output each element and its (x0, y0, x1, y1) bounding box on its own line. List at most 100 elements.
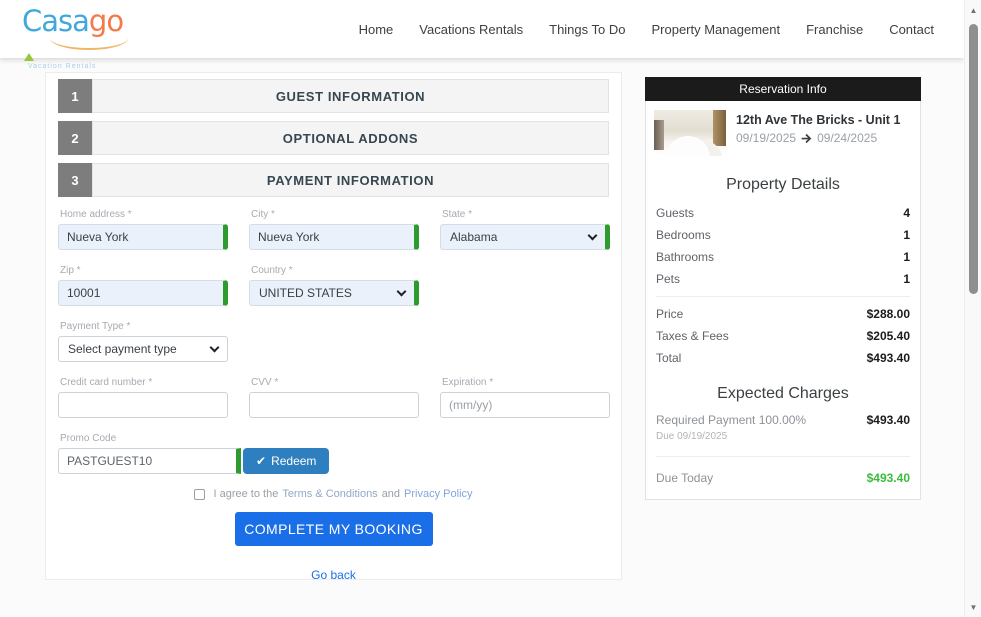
divider (656, 296, 910, 297)
scrollbar-thumb[interactable] (969, 24, 978, 294)
step-guest-information: 1 GUEST INFORMATION (58, 79, 609, 113)
step-3-number-badge[interactable]: 3 (58, 163, 92, 197)
state-group: State * Alabama (440, 209, 610, 250)
reservation-info-card: Reservation Info 12th Ave The Bricks - U… (645, 77, 921, 500)
scroll-down-icon[interactable]: ▼ (965, 599, 981, 615)
promo-code-field[interactable] (58, 448, 241, 474)
nav-item[interactable]: Home (359, 22, 394, 37)
arrow-right-icon (801, 133, 812, 143)
step-2-header[interactable]: OPTIONAL ADDONS (92, 121, 609, 155)
credit-card-label: Credit card number * (60, 377, 153, 388)
property-detail-row: Bathrooms 1 (646, 246, 920, 268)
terms-checkbox[interactable] (194, 488, 206, 500)
detail-value: 1 (903, 228, 910, 242)
country-select[interactable]: UNITED STATES (249, 280, 419, 306)
scroll-up-icon[interactable]: ▲ (965, 2, 981, 18)
chevron-down-icon (396, 286, 407, 296)
agree-text-conjunction: and (381, 488, 401, 500)
logo-triangle-icon (24, 53, 34, 61)
detail-label: Guests (656, 206, 695, 220)
step-1-header[interactable]: GUEST INFORMATION (92, 79, 609, 113)
payment-type-label: Payment Type * (60, 321, 131, 332)
chevron-down-icon (209, 342, 220, 352)
home-address-group: Home address * (58, 209, 228, 250)
reservation-info-body: 12th Ave The Bricks - Unit 1 09/19/2025 … (645, 101, 921, 500)
expiration-group: Expiration * (440, 377, 610, 418)
logo-wordmark: Casago (22, 6, 132, 66)
payment-form: Home address * City * State * Alabama Zi… (58, 209, 610, 582)
property-details-title: Property Details (726, 176, 840, 193)
redeem-button[interactable]: ✔ Redeem (243, 448, 330, 474)
nav-item[interactable]: Franchise (806, 22, 863, 37)
checkin-date: 09/19/2025 (736, 131, 797, 145)
pricing-row: Taxes & Fees $205.40 (646, 325, 920, 347)
logo-text-orange: go (88, 4, 124, 38)
credit-card-group: Credit card number * (58, 377, 228, 418)
required-payment-due-note: Due 09/19/2025 (656, 431, 728, 442)
step-1-title: GUEST INFORMATION (275, 88, 426, 104)
complete-booking-button[interactable]: COMPLETE MY BOOKING (234, 512, 433, 546)
zip-field[interactable] (58, 280, 228, 306)
property-photo (654, 110, 726, 156)
home-address-field[interactable] (58, 224, 228, 250)
pricing-value: $205.40 (866, 329, 910, 343)
home-address-label: Home address * (60, 209, 132, 220)
due-today-value: $493.40 (866, 471, 910, 485)
city-label: City * (251, 209, 275, 220)
property-detail-row: Pets 1 (646, 268, 920, 290)
country-group: Country * UNITED STATES (249, 265, 419, 306)
step-2-number-badge[interactable]: 2 (58, 121, 92, 155)
city-field[interactable] (249, 224, 419, 250)
photo-furniture-shape (654, 120, 664, 150)
privacy-policy-link[interactable]: Privacy Policy (404, 488, 472, 500)
pricing-value: $288.00 (866, 307, 910, 321)
pricing-row: Price $288.00 (646, 303, 920, 325)
state-select[interactable]: Alabama (440, 224, 610, 250)
nav-item[interactable]: Things To Do (549, 22, 625, 37)
property-detail-row: Guests 4 (646, 202, 920, 224)
step-1-number-badge[interactable]: 1 (58, 79, 92, 113)
expected-charges-title: Expected Charges (717, 385, 849, 402)
state-selected-value: Alabama (450, 230, 498, 244)
nav-item[interactable]: Contact (889, 22, 934, 37)
checkout-date: 09/24/2025 (817, 131, 878, 145)
property-detail-row: Bedrooms 1 (646, 224, 920, 246)
required-payment-label: Required Payment 100.00% (656, 413, 807, 427)
step-payment-information: 3 PAYMENT INFORMATION (58, 163, 609, 197)
pricing-list: Price $288.00 Taxes & Fees $205.40 Total… (646, 303, 920, 369)
top-header: Casago Vacation Rentals Home Vacations R… (0, 0, 964, 70)
step-optional-addons: 2 OPTIONAL ADDONS (58, 121, 609, 155)
expiration-label: Expiration * (442, 377, 494, 388)
terms-conditions-link[interactable]: Terms & Conditions (282, 488, 377, 500)
pricing-label: Total (656, 351, 682, 365)
booking-form-panel: 1 GUEST INFORMATION 2 OPTIONAL ADDONS 3 … (45, 72, 622, 582)
zip-group: Zip * (58, 265, 228, 306)
payment-type-selected-value: Select payment type (68, 342, 177, 356)
step-3-header[interactable]: PAYMENT INFORMATION (92, 163, 609, 197)
detail-value: 4 (903, 206, 910, 220)
payment-type-select[interactable]: Select payment type (58, 336, 228, 362)
logo-tagline: Vacation Rentals (28, 63, 97, 70)
country-label: Country * (251, 265, 293, 276)
property-summary: 12th Ave The Bricks - Unit 1 09/19/2025 … (646, 101, 920, 166)
pricing-label: Price (656, 307, 684, 321)
cvv-field[interactable] (249, 392, 419, 418)
cvv-label: CVV * (251, 377, 279, 388)
credit-card-field[interactable] (58, 392, 228, 418)
page-scrollbar[interactable]: ▲ ▼ (964, 0, 981, 617)
payment-type-group: Payment Type * Select payment type (58, 321, 228, 362)
nav-item[interactable]: Property Management (651, 22, 780, 37)
photo-curtain-shape (713, 110, 726, 146)
stay-dates: 09/19/2025 09/24/2025 (736, 131, 900, 145)
pricing-value: $493.40 (866, 351, 910, 365)
casago-logo[interactable]: Casago Vacation Rentals (22, 6, 132, 70)
check-icon: ✔ (256, 454, 267, 468)
photo-bed-shape (666, 136, 710, 156)
zip-label: Zip * (60, 265, 81, 276)
detail-value: 1 (903, 272, 910, 286)
expiration-field[interactable] (440, 392, 610, 418)
go-back-link[interactable]: Go back (311, 568, 356, 582)
detail-label: Bathrooms (656, 250, 715, 264)
nav-item[interactable]: Vacations Rentals (419, 22, 523, 37)
required-payment-row: Required Payment 100.00% $493.40 (646, 411, 920, 429)
